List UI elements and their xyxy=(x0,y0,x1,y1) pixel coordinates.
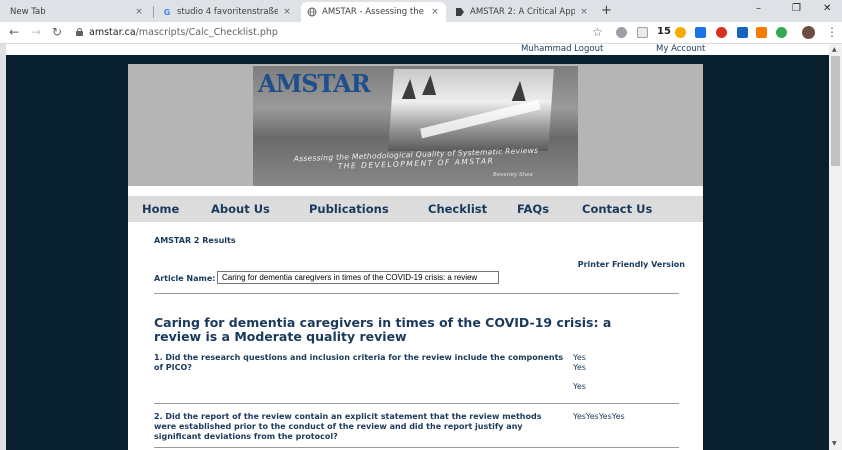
question-2-answer: YesYesYesYes xyxy=(573,412,625,421)
page-scrollbar[interactable]: ▲ ▼ xyxy=(829,44,842,450)
address-bar[interactable]: amstar.ca/mascripts/Calc_Checklist.php xyxy=(89,27,278,38)
tab-title: New Tab xyxy=(10,7,46,17)
user-bar: Muhammad Logout My Account xyxy=(6,44,829,55)
tree-shape xyxy=(511,81,528,101)
page-viewport: Muhammad Logout My Account AMSTAR Assess… xyxy=(6,44,829,450)
site-banner: AMSTAR Assessing the Methodological Qual… xyxy=(128,64,703,186)
cloud-extension-icon[interactable] xyxy=(616,27,627,38)
close-tab-icon[interactable]: × xyxy=(134,7,144,17)
nav-contact-us[interactable]: Contact Us xyxy=(582,202,652,216)
tab-new-tab[interactable]: New Tab × xyxy=(4,2,150,22)
article-name-label: Article Name: xyxy=(154,274,216,283)
tree-shape xyxy=(401,79,418,99)
google-icon: G xyxy=(163,7,171,17)
scroll-down-icon[interactable]: ▼ xyxy=(832,440,837,447)
help-extension-icon[interactable] xyxy=(716,27,727,38)
browser-toolbar: ← → ↻ amstar.ca/mascripts/Calc_Checklist… xyxy=(0,22,842,44)
globe-icon xyxy=(307,7,317,17)
nav-about-us[interactable]: About Us xyxy=(211,202,270,216)
avatar[interactable] xyxy=(802,26,815,39)
question-1-text: 1. Did the research questions and inclus… xyxy=(154,353,564,372)
sc-extension-icon[interactable] xyxy=(756,27,767,38)
menu-icon[interactable]: ⋮ xyxy=(826,25,838,39)
scroll-up-icon[interactable]: ▲ xyxy=(832,46,837,53)
close-tab-icon[interactable]: × xyxy=(579,7,589,17)
lock-icon xyxy=(76,28,83,36)
question-1-answer: Yes xyxy=(573,382,586,391)
tab-google-search[interactable]: G studio 4 favoritenstraße 31 - Goo × xyxy=(156,2,298,22)
tab-separator xyxy=(153,6,154,18)
tab-strip: New Tab × G studio 4 favoritenstraße 31 … xyxy=(0,0,842,22)
tree-shape xyxy=(422,75,438,95)
results-title: AMSTAR 2 Results xyxy=(154,236,236,245)
tab-title: AMSTAR 2: A Critical Appraisal To xyxy=(470,7,575,17)
question-2-text: 2. Did the report of the review contain … xyxy=(154,412,542,441)
url-host: amstar.ca xyxy=(89,27,136,38)
mail-extension-icon[interactable] xyxy=(695,27,706,38)
url-path: /mascripts/Calc_Checklist.php xyxy=(135,27,278,38)
divider xyxy=(154,447,679,448)
banner-book-image: AMSTAR Assessing the Methodological Qual… xyxy=(253,66,578,186)
close-window-icon[interactable]: ✕ xyxy=(823,3,831,14)
extension-badge[interactable]: 15 xyxy=(657,26,671,37)
book-author: Beverley Shea xyxy=(493,172,533,178)
logout-link[interactable]: Muhammad Logout xyxy=(521,44,603,54)
back-icon[interactable]: ← xyxy=(9,25,19,39)
reload-icon[interactable]: ↻ xyxy=(52,25,62,39)
document-extension-icon[interactable] xyxy=(637,27,648,38)
nav-faqs[interactable]: FAQs xyxy=(517,202,549,216)
content-panel: AMSTAR Assessing the Methodological Qual… xyxy=(128,64,703,450)
divider xyxy=(154,403,679,404)
divider xyxy=(154,293,679,294)
star-icon[interactable]: ☆ xyxy=(592,25,603,39)
shield-extension-icon[interactable] xyxy=(737,27,748,38)
snowy-path xyxy=(420,99,541,139)
nav-home[interactable]: Home xyxy=(142,202,179,216)
pdf-icon xyxy=(455,7,465,17)
new-tab-button[interactable]: + xyxy=(601,3,612,18)
article-name-field[interactable]: Caring for dementia caregivers in times … xyxy=(217,271,499,284)
maximize-icon[interactable]: ❐ xyxy=(792,3,801,14)
main-nav: Home About Us Publications Checklist FAQ… xyxy=(128,196,703,222)
weather-extension-icon[interactable] xyxy=(675,27,686,38)
tab-title: studio 4 favoritenstraße 31 - Goo xyxy=(177,7,278,17)
question-1-answer: Yes xyxy=(573,353,586,362)
close-tab-icon[interactable]: × xyxy=(282,7,292,17)
minimize-icon[interactable]: – xyxy=(756,3,761,14)
green-extension-icon[interactable] xyxy=(776,27,787,38)
amstar-logo: AMSTAR xyxy=(258,69,371,98)
tab-title: AMSTAR - Assessing the Methodol xyxy=(322,7,426,17)
printer-friendly-link[interactable]: Printer Friendly Version xyxy=(578,260,685,269)
nav-checklist[interactable]: Checklist xyxy=(428,202,487,216)
question-1-answer: Yes xyxy=(573,363,586,372)
my-account-link[interactable]: My Account xyxy=(656,44,705,54)
quality-headline: Caring for dementia caregivers in times … xyxy=(154,315,612,344)
close-tab-icon[interactable]: × xyxy=(430,7,440,17)
forward-icon[interactable]: → xyxy=(31,25,41,39)
tab-amstar2-pdf[interactable]: AMSTAR 2: A Critical Appraisal To × xyxy=(449,2,595,22)
nav-publications[interactable]: Publications xyxy=(309,202,389,216)
scroll-thumb[interactable] xyxy=(831,56,840,166)
winter-photo xyxy=(388,69,554,151)
tab-amstar-active[interactable]: AMSTAR - Assessing the Methodol × xyxy=(301,2,446,22)
